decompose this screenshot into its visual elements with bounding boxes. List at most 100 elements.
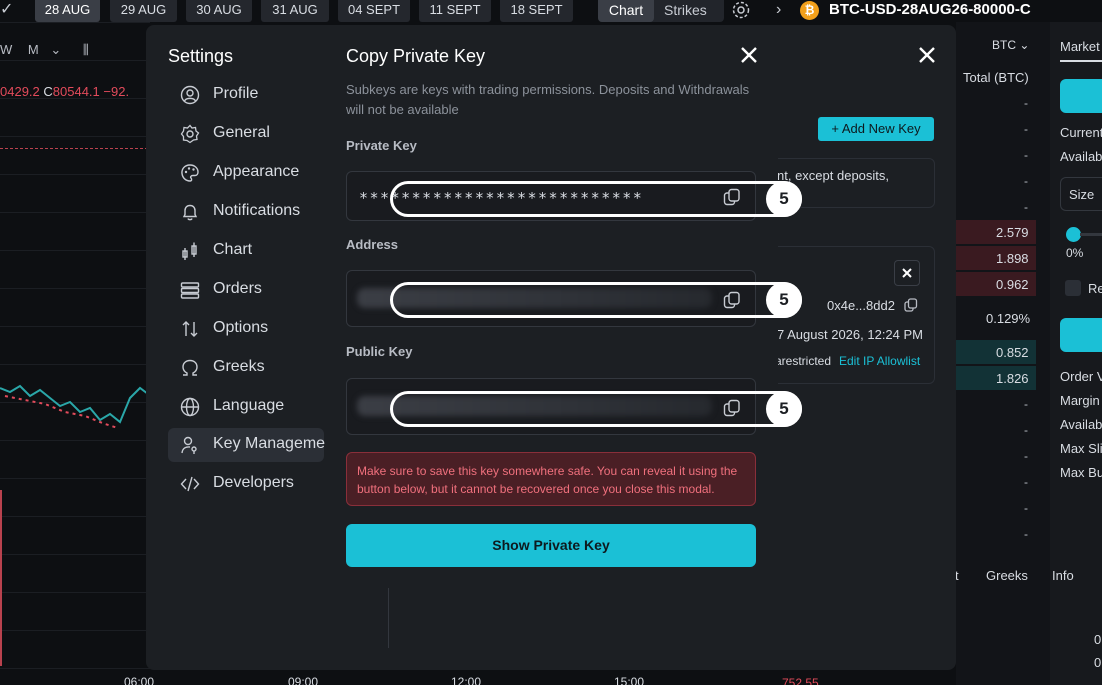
delete-key-button[interactable] [894, 260, 920, 286]
chart-area [0, 22, 150, 685]
highlight-private-key: 5 [390, 181, 802, 217]
view-strikes-button[interactable]: Strikes [664, 0, 707, 20]
nav-orders[interactable]: Orders [168, 273, 324, 307]
max-buy-label: Max Bu [1060, 465, 1102, 480]
nav-label: Appearance [213, 163, 300, 180]
chevron-down-icon[interactable]: ⌄ [50, 42, 61, 57]
private-key-label: Private Key [346, 138, 417, 153]
nav-label: Profile [213, 85, 259, 102]
key-address-short: 0x4e...8dd2 [827, 298, 895, 313]
dash: - [1024, 423, 1028, 437]
nav-label: Options [213, 319, 269, 336]
place-order-button[interactable] [1060, 318, 1102, 352]
date-tab-29aug[interactable]: 29 AUG [110, 0, 177, 22]
nav-notifications[interactable]: Notifications [168, 195, 324, 229]
arrows-icon [182, 321, 198, 337]
dialog-close-button[interactable] [736, 42, 762, 68]
code-icon [180, 476, 200, 492]
size-slider-track[interactable] [1080, 233, 1102, 236]
palette-icon [181, 164, 199, 182]
dash: - [1024, 122, 1028, 136]
timeframe-w[interactable]: W [0, 42, 12, 57]
nav-profile[interactable]: Profile [168, 78, 324, 112]
nav-appearance[interactable]: Appearance [168, 156, 324, 190]
settings-close-button[interactable] [914, 42, 940, 68]
close-icon [902, 268, 912, 278]
user-key-icon [181, 436, 197, 454]
close-icon [919, 47, 935, 63]
add-new-key-button[interactable]: + Add New Key [818, 117, 934, 141]
date-tab-28aug[interactable]: 28 AUG [35, 0, 100, 22]
key-created-date: 7 August 2026, 12:24 PM [777, 327, 923, 342]
tab-info[interactable]: Info [1052, 568, 1074, 583]
globe-icon [180, 397, 200, 417]
nav-key-management[interactable]: Key Managemen [168, 428, 334, 462]
tab-underline [1060, 60, 1102, 62]
omega-icon [182, 359, 198, 376]
nav-developers[interactable]: Developers [168, 467, 324, 501]
chevron-right-icon[interactable]: › [776, 0, 781, 20]
profile-icon [180, 85, 200, 105]
nav-greeks[interactable]: Greeks [168, 351, 324, 385]
dash: - [1024, 449, 1028, 463]
ask-value: 2.579 [996, 225, 1029, 240]
candlestick-icon[interactable]: ⫼ [83, 42, 89, 57]
size-slider-handle[interactable] [1066, 227, 1081, 242]
highlight-number: 5 [766, 391, 802, 427]
nav-label: General [213, 124, 270, 141]
available-label-2: Availab [1060, 417, 1102, 432]
public-key-label: Public Key [346, 344, 413, 359]
time-label: 09:00 [288, 675, 319, 685]
nav-label: Key Managemen [213, 435, 334, 452]
total-header: Total (BTC) [963, 70, 1029, 85]
gear-icon [180, 124, 200, 144]
dialog-title: Copy Private Key [346, 46, 486, 66]
highlight-address: 5 [390, 282, 802, 318]
bitcoin-icon: ₿ [800, 1, 819, 20]
buy-button[interactable] [1060, 79, 1102, 113]
tab-greeks[interactable]: Greeks [986, 568, 1028, 583]
dash: - [1024, 527, 1028, 541]
currency-select[interactable]: BTC ⌄ [992, 38, 1029, 52]
ip-restriction-text: arestricted [775, 354, 832, 368]
edit-ip-allowlist-link[interactable]: Edit IP Allowlist [839, 354, 920, 368]
order-form-panel [1050, 22, 1102, 685]
margin-label: Margin [1060, 393, 1100, 408]
spread-percent: 0.129% [986, 311, 1031, 326]
bell-icon [182, 204, 198, 221]
check-icon: ✓ [0, 1, 14, 18]
date-tab-31aug[interactable]: 31 AUG [261, 0, 329, 22]
highlight-number: 5 [766, 181, 802, 217]
dash: - [1024, 397, 1028, 411]
view-chart-button[interactable]: Chart [598, 0, 654, 22]
timeframe-m[interactable]: M [28, 42, 39, 57]
reduce-only-checkbox[interactable] [1065, 280, 1081, 296]
address-label: Address [346, 237, 399, 252]
copy-icon[interactable] [904, 298, 918, 317]
dash: - [1024, 475, 1028, 489]
size-input[interactable]: Size [1060, 177, 1102, 211]
nav-language[interactable]: Language [168, 390, 324, 424]
reduce-only-label: Re [1088, 281, 1102, 296]
nav-options[interactable]: Options [168, 312, 324, 346]
chart-toolbar: W M ⌄ ⫼ [0, 42, 89, 58]
tab-market[interactable]: Market [1060, 39, 1100, 54]
current-label: Current [1060, 125, 1102, 140]
nav-label: Chart [213, 241, 253, 258]
ask-value: 0.962 [996, 277, 1029, 292]
date-tab-18sept[interactable]: 18 SEPT [500, 0, 573, 22]
settings-gear-icon[interactable] [731, 0, 751, 26]
date-tab-04sept[interactable]: 04 SEPT [338, 0, 410, 22]
size-placeholder: Size [1069, 187, 1095, 202]
dash: - [1024, 501, 1028, 515]
show-private-key-button[interactable]: Show Private Key [346, 524, 756, 567]
date-tab-11sept[interactable]: 11 SEPT [419, 0, 491, 22]
nav-general[interactable]: General [168, 117, 324, 151]
date-tab-30aug[interactable]: 30 AUG [186, 0, 252, 22]
nav-chart[interactable]: Chart [168, 234, 324, 268]
available-label: Availab [1060, 149, 1102, 164]
time-label: 06:00 [124, 675, 155, 685]
slider-percent: 0% [1066, 246, 1084, 260]
settings-title: Settings [168, 46, 234, 66]
top-bar: ✓ 28 AUG 29 AUG 30 AUG 31 AUG 04 SEPT 11… [0, 0, 1102, 22]
